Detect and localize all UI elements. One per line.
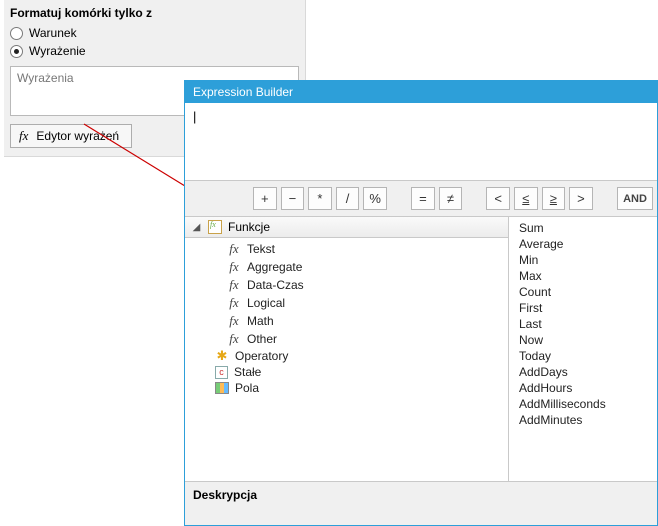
op-eq-button[interactable]: = bbox=[411, 187, 435, 210]
expression-editor-label: Edytor wyrażeń bbox=[36, 129, 119, 143]
op-and-button[interactable]: AND bbox=[617, 187, 653, 210]
list-item[interactable]: Sum bbox=[509, 220, 657, 236]
constant-icon: c bbox=[215, 366, 228, 379]
tree-item[interactable]: fx Data-Czas bbox=[185, 276, 508, 294]
tree-item-label: Tekst bbox=[247, 242, 275, 256]
tree-item-label: Logical bbox=[247, 296, 285, 310]
collapse-icon[interactable]: ◢ bbox=[191, 222, 202, 233]
tree-item-label: Pola bbox=[235, 381, 259, 395]
expression-input-area: | bbox=[185, 103, 657, 181]
panel-title: Formatuj komórki tylko z bbox=[10, 4, 299, 24]
op-minus-button[interactable]: − bbox=[281, 187, 305, 210]
list-item[interactable]: Now bbox=[509, 332, 657, 348]
op-div-button[interactable]: / bbox=[336, 187, 360, 210]
fx-icon: fx bbox=[227, 259, 241, 275]
functions-icon bbox=[208, 220, 222, 234]
list-item[interactable]: Min bbox=[509, 252, 657, 268]
tree-item[interactable]: fx Math bbox=[185, 312, 508, 330]
tree-item[interactable]: c Stałe bbox=[185, 364, 508, 380]
window-title: Expression Builder bbox=[185, 81, 657, 103]
list-item[interactable]: Last bbox=[509, 316, 657, 332]
fx-icon: fx bbox=[227, 277, 241, 293]
tree-item-label: Operatory bbox=[235, 349, 288, 363]
fx-icon: fx bbox=[227, 313, 241, 329]
tree-item-label: Math bbox=[247, 314, 274, 328]
tree-item[interactable]: fx Other bbox=[185, 330, 508, 348]
fx-icon: fx bbox=[227, 241, 241, 257]
description-panel: Deskrypcja bbox=[185, 481, 657, 525]
fields-icon bbox=[215, 382, 229, 394]
tree-item[interactable]: fx Logical bbox=[185, 294, 508, 312]
radio-expression[interactable] bbox=[10, 45, 23, 58]
op-plus-button[interactable]: + bbox=[253, 187, 277, 210]
op-neq-button[interactable]: ≠ bbox=[439, 187, 463, 210]
list-item[interactable]: Average bbox=[509, 236, 657, 252]
expression-input[interactable]: | bbox=[191, 107, 655, 169]
list-item[interactable]: AddHours bbox=[509, 380, 657, 396]
op-lt-button[interactable]: < bbox=[486, 187, 510, 210]
list-item[interactable]: AddMinutes bbox=[509, 412, 657, 428]
radio-condition-row[interactable]: Warunek bbox=[10, 24, 299, 42]
star-icon: ✱ bbox=[215, 349, 229, 363]
list-item[interactable]: First bbox=[509, 300, 657, 316]
fx-icon: fx bbox=[227, 331, 241, 347]
category-tree[interactable]: ◢ Funkcje fxTekstfxAggregatefxData-Czasf… bbox=[185, 217, 509, 481]
tree-root[interactable]: ◢ Funkcje bbox=[185, 217, 508, 238]
radio-condition-label: Warunek bbox=[29, 26, 77, 40]
tree-item-label: Aggregate bbox=[247, 260, 302, 274]
fx-icon: fx bbox=[19, 128, 28, 144]
tree-item-label: Data-Czas bbox=[247, 278, 304, 292]
op-lte-button[interactable]: ≤ bbox=[514, 187, 538, 210]
list-item[interactable]: Count bbox=[509, 284, 657, 300]
tree-item[interactable]: fx Tekst bbox=[185, 240, 508, 258]
list-item[interactable]: Today bbox=[509, 348, 657, 364]
op-gt-button[interactable]: > bbox=[569, 187, 593, 210]
tree-item[interactable]: Pola bbox=[185, 380, 508, 396]
expression-editor-button[interactable]: fx Edytor wyrażeń bbox=[10, 124, 132, 148]
tree-item[interactable]: fx Aggregate bbox=[185, 258, 508, 276]
tree-item-label: Stałe bbox=[234, 365, 261, 379]
op-gte-button[interactable]: ≥ bbox=[542, 187, 566, 210]
op-mul-button[interactable]: * bbox=[308, 187, 332, 210]
list-item[interactable]: AddMilliseconds bbox=[509, 396, 657, 412]
tree-item[interactable]: ✱ Operatory bbox=[185, 348, 508, 364]
description-label: Deskrypcja bbox=[193, 488, 257, 502]
operator-toolbar: + − * / % = ≠ < ≤ ≥ > AND bbox=[185, 181, 657, 217]
expression-builder-window: Expression Builder | + − * / % = ≠ < ≤ ≥… bbox=[184, 80, 658, 526]
list-item[interactable]: AddDays bbox=[509, 364, 657, 380]
radio-condition[interactable] bbox=[10, 27, 23, 40]
builder-body: ◢ Funkcje fxTekstfxAggregatefxData-Czasf… bbox=[185, 217, 657, 481]
tree-item-label: Other bbox=[247, 332, 277, 346]
fx-icon: fx bbox=[227, 295, 241, 311]
function-list[interactable]: SumAverageMinMaxCountFirstLastNowTodayAd… bbox=[509, 217, 657, 481]
op-pct-button[interactable]: % bbox=[363, 187, 387, 210]
radio-expression-label: Wyrażenie bbox=[29, 44, 86, 58]
list-item[interactable]: Max bbox=[509, 268, 657, 284]
radio-expression-row[interactable]: Wyrażenie bbox=[10, 42, 299, 60]
tree-root-label: Funkcje bbox=[228, 220, 270, 234]
